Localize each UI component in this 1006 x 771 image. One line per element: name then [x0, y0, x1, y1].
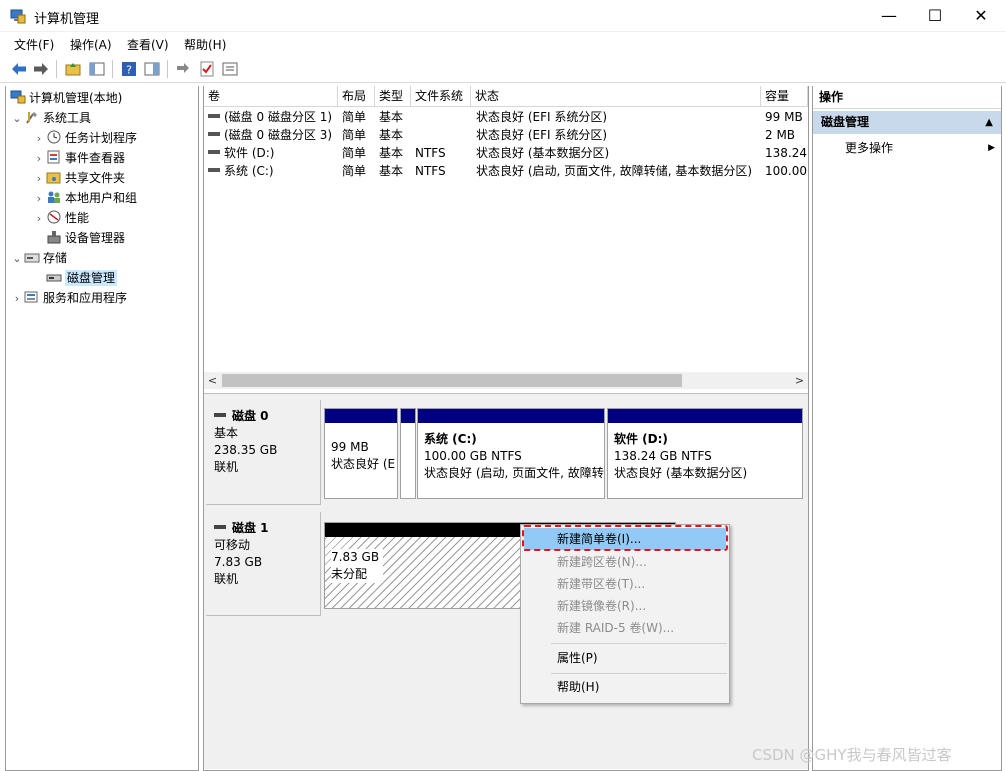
disk-icon	[214, 413, 226, 417]
menu-item-new-simple-volume[interactable]: 新建简单卷(I)...	[524, 528, 726, 550]
partition-efi-3[interactable]	[400, 408, 416, 499]
shared-folder-icon	[46, 172, 61, 184]
disk-1-label[interactable]: 磁盘 1 可移动 7.83 GB 联机	[206, 512, 321, 616]
chevron-right-icon[interactable]: ›	[32, 149, 46, 169]
tree-item-root[interactable]: 计算机管理(本地)	[10, 88, 122, 108]
menu-bar: 文件(F) 操作(A) 查看(V) 帮助(H)	[0, 32, 1006, 54]
window-title: 计算机管理	[34, 12, 100, 27]
navigation-tree: 计算机管理(本地) ⌄ 系统工具 › 任务计划程序 › 事件查看器 › 共享文件夹 › 本…	[5, 86, 199, 771]
volume-icon	[208, 150, 220, 154]
close-button[interactable]: ✕	[958, 0, 1004, 32]
menu-item-help[interactable]: 帮助(H)	[524, 676, 726, 698]
title-bar: 计算机管理 — ☐ ✕	[0, 0, 1006, 32]
computer-management-icon	[10, 9, 26, 24]
properties-pane-icon[interactable]	[143, 60, 161, 78]
volume-icon	[208, 132, 220, 136]
tree-item-local-users[interactable]: › 本地用户和组	[32, 188, 137, 208]
col-header-capacity[interactable]: 容量	[761, 86, 808, 107]
volume-row[interactable]: 软件 (D:) 简单 基本 NTFS 状态良好 (基本数据分区) 138.24	[204, 144, 808, 162]
volume-row[interactable]: 系统 (C:) 简单 基本 NTFS 状态良好 (启动, 页面文件, 故障转储,…	[204, 162, 808, 180]
maximize-button[interactable]: ☐	[912, 0, 958, 32]
tree-item-services[interactable]: › 服务和应用程序	[10, 288, 127, 308]
event-log-icon	[47, 150, 60, 164]
col-header-layout[interactable]: 布局	[338, 86, 375, 107]
col-header-status[interactable]: 状态	[471, 86, 761, 107]
volume-list-header: 卷 布局 类型 文件系统 状态 容量	[204, 86, 808, 107]
menu-action[interactable]: 操作(A)	[70, 36, 112, 53]
col-header-volume[interactable]: 卷	[204, 86, 338, 107]
tree-item-system-tools[interactable]: ⌄ 系统工具	[10, 108, 91, 128]
submenu-arrow-icon: ▶	[988, 143, 995, 153]
check-icon[interactable]	[198, 60, 216, 78]
more-actions-item[interactable]: 更多操作 ▶	[845, 138, 995, 158]
tree-item-storage[interactable]: ⌄ 存储	[10, 248, 67, 268]
volume-row[interactable]: (磁盘 0 磁盘分区 1) 简单 基本 状态良好 (EFI 系统分区) 99 M…	[204, 108, 808, 126]
chevron-right-icon[interactable]: ›	[32, 209, 46, 229]
toolbar: ?	[0, 55, 1006, 83]
menu-item-new-striped-volume[interactable]: 新建带区卷(T)...	[524, 573, 726, 595]
help-icon[interactable]: ?	[120, 60, 138, 78]
performance-icon	[47, 210, 61, 224]
connect-icon[interactable]	[174, 60, 192, 78]
tree-item-performance[interactable]: › 性能	[32, 208, 89, 228]
minimize-button[interactable]: —	[866, 0, 912, 32]
menu-separator	[551, 673, 727, 674]
forward-arrow-icon[interactable]	[32, 60, 50, 78]
menu-item-new-mirror-volume[interactable]: 新建镜像卷(R)...	[524, 595, 726, 617]
show-hide-tree-icon[interactable]	[88, 60, 106, 78]
actions-section-disk-management[interactable]: 磁盘管理 ▲	[813, 111, 1001, 134]
back-arrow-icon[interactable]	[10, 60, 28, 78]
chevron-down-icon[interactable]: ⌄	[10, 109, 24, 129]
computer-management-icon	[10, 90, 26, 104]
tree-item-device-manager[interactable]: 设备管理器	[32, 228, 125, 248]
menu-item-new-spanned-volume[interactable]: 新建跨区卷(N)...	[524, 551, 726, 573]
chevron-right-icon[interactable]: ›	[32, 189, 46, 209]
actions-pane: 操作 磁盘管理 ▲ 更多操作 ▶	[812, 86, 1002, 771]
menu-help[interactable]: 帮助(H)	[184, 36, 226, 53]
col-header-filesystem[interactable]: 文件系统	[411, 86, 471, 107]
volume-icon	[208, 168, 220, 172]
list-view-icon[interactable]	[221, 60, 239, 78]
watermark: CSDN @GHY我与春风皆过客	[752, 746, 952, 764]
tree-item-disk-management[interactable]: 磁盘管理	[32, 268, 118, 288]
menu-file[interactable]: 文件(F)	[14, 36, 54, 53]
scroll-right-icon[interactable]: >	[791, 372, 808, 389]
context-menu: 新建简单卷(I)... 新建跨区卷(N)... 新建带区卷(T)... 新建镜像…	[520, 524, 730, 704]
menu-item-new-raid5-volume[interactable]: 新建 RAID-5 卷(W)...	[524, 617, 726, 639]
volume-icon	[208, 114, 220, 118]
device-manager-icon	[47, 231, 61, 244]
partition-system-c[interactable]: 系统 (C:) 100.00 GB NTFS 状态良好 (启动, 页面文件, 故…	[417, 408, 605, 499]
volume-row[interactable]: (磁盘 0 磁盘分区 3) 简单 基本 状态良好 (EFI 系统分区) 2 MB	[204, 126, 808, 144]
collapse-up-icon[interactable]: ▲	[985, 111, 993, 134]
partition-efi-1[interactable]: 99 MB 状态良好 (E	[324, 408, 398, 499]
clock-icon	[47, 130, 61, 144]
services-icon	[24, 291, 38, 303]
chevron-right-icon[interactable]: ›	[10, 289, 24, 309]
partition-software-d[interactable]: 软件 (D:) 138.24 GB NTFS 状态良好 (基本数据分区)	[607, 408, 803, 499]
disk-management-icon	[46, 274, 62, 282]
actions-header: 操作	[813, 86, 1001, 109]
scroll-left-icon[interactable]: <	[204, 372, 221, 389]
chevron-down-icon[interactable]: ⌄	[10, 249, 24, 269]
scrollbar-thumb[interactable]	[222, 374, 682, 387]
col-header-type[interactable]: 类型	[375, 86, 411, 107]
chevron-right-icon[interactable]: ›	[32, 129, 46, 149]
menu-view[interactable]: 查看(V)	[127, 36, 169, 53]
horizontal-scrollbar[interactable]: < >	[204, 372, 808, 389]
disk-icon	[214, 525, 226, 529]
tree-item-shared-folders[interactable]: › 共享文件夹	[32, 168, 125, 188]
menu-separator	[551, 643, 727, 644]
tree-item-event-viewer[interactable]: › 事件查看器	[32, 148, 125, 168]
chevron-right-icon[interactable]: ›	[32, 169, 46, 189]
tree-item-task-scheduler[interactable]: › 任务计划程序	[32, 128, 137, 148]
users-icon	[48, 191, 60, 203]
svg-text:?: ?	[126, 64, 132, 77]
storage-icon	[24, 253, 40, 263]
menu-item-properties[interactable]: 属性(P)	[524, 647, 726, 669]
disk-0-label[interactable]: 磁盘 0 基本 238.35 GB 联机	[206, 400, 321, 505]
tools-icon	[26, 112, 37, 124]
up-folder-icon[interactable]	[64, 60, 82, 78]
